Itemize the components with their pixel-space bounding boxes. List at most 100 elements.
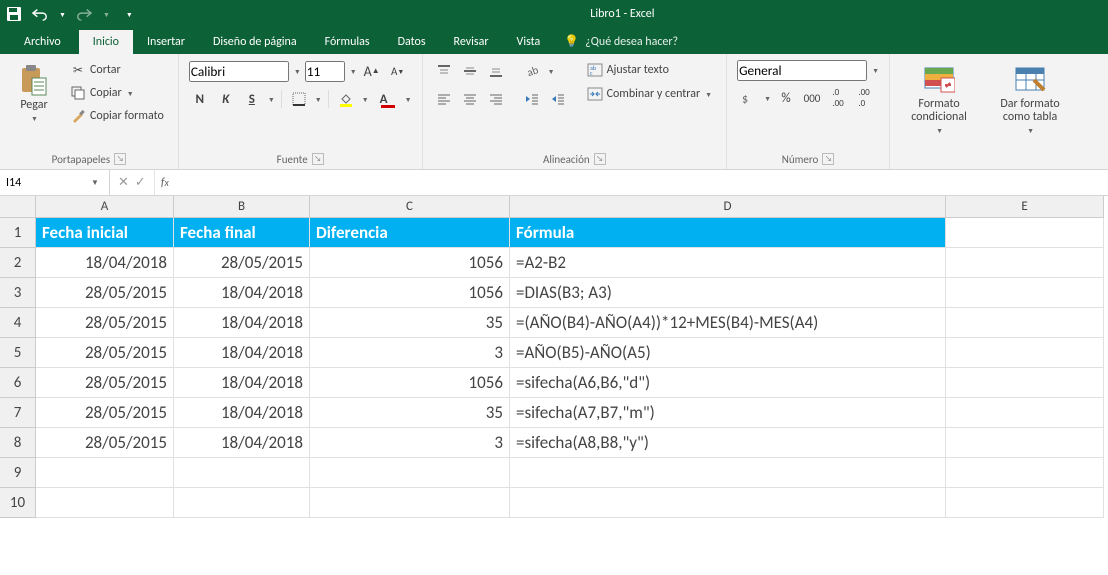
decrease-indent-icon[interactable] [521, 88, 543, 110]
cell[interactable]: =sifecha(A7,B7,"m") [510, 398, 946, 428]
cell[interactable] [310, 458, 510, 488]
chevron-down-icon[interactable]: ▼ [294, 67, 301, 76]
cell[interactable]: 18/04/2018 [174, 338, 310, 368]
format-as-table-button[interactable]: Dar formato como tabla▼ [986, 60, 1074, 139]
redo-icon[interactable] [76, 6, 92, 22]
cell[interactable]: 18/04/2018 [174, 368, 310, 398]
align-middle-icon[interactable] [459, 60, 481, 82]
tab-formulas[interactable]: Fórmulas [311, 30, 384, 54]
alignment-launcher-icon[interactable]: ↘ [594, 153, 606, 165]
accounting-format-icon[interactable]: $ [737, 87, 759, 109]
formula-input[interactable] [175, 170, 1108, 195]
cell[interactable] [946, 218, 1104, 248]
clipboard-launcher-icon[interactable]: ↘ [114, 153, 126, 165]
cell[interactable]: 28/05/2015 [36, 428, 174, 458]
tab-data[interactable]: Datos [384, 30, 440, 54]
decrease-font-icon[interactable]: A▼ [387, 60, 409, 82]
row-header[interactable]: 7 [0, 398, 36, 428]
save-icon[interactable] [6, 6, 22, 22]
copy-button[interactable]: Copiar▼ [66, 83, 168, 103]
cell[interactable]: =DIAS(B3; A3) [510, 278, 946, 308]
tab-page-layout[interactable]: Diseño de página [199, 30, 311, 54]
decrease-decimal-icon[interactable]: .00.0 [853, 87, 875, 109]
align-right-icon[interactable] [485, 88, 507, 110]
chevron-down-icon[interactable]: ▼ [268, 95, 275, 104]
italic-button[interactable]: K [215, 88, 237, 110]
cell[interactable]: 18/04/2018 [174, 398, 310, 428]
cell[interactable]: 1056 [310, 368, 510, 398]
borders-button[interactable] [288, 88, 310, 110]
cell[interactable]: 18/04/2018 [174, 428, 310, 458]
undo-dropdown-icon[interactable]: ▼ [59, 10, 66, 19]
cut-button[interactable]: ✂Cortar [66, 60, 168, 80]
cell[interactable]: 28/05/2015 [36, 398, 174, 428]
cell[interactable]: 3 [310, 428, 510, 458]
merge-center-button[interactable]: Combinar y centrar▼ [583, 84, 717, 104]
increase-font-icon[interactable]: A▲ [361, 60, 383, 82]
number-launcher-icon[interactable]: ↘ [822, 153, 834, 165]
percent-format-icon[interactable]: % [775, 87, 797, 109]
row-header[interactable]: 2 [0, 248, 36, 278]
cell[interactable] [946, 308, 1104, 338]
enter-formula-icon[interactable]: ✓ [135, 175, 146, 190]
tab-review[interactable]: Revisar [440, 30, 503, 54]
cell[interactable]: =sifecha(A8,B8,"y") [510, 428, 946, 458]
cell[interactable] [174, 488, 310, 518]
fill-color-button[interactable] [335, 88, 357, 110]
cell[interactable] [946, 428, 1104, 458]
cell[interactable] [946, 368, 1104, 398]
name-box-dropdown-icon[interactable]: ▼ [86, 178, 104, 188]
row-header[interactable]: 8 [0, 428, 36, 458]
cell[interactable]: 3 [310, 338, 510, 368]
cell[interactable]: 28/05/2015 [174, 248, 310, 278]
cell[interactable] [946, 248, 1104, 278]
font-name-input[interactable] [189, 61, 289, 82]
cell[interactable]: =A2-B2 [510, 248, 946, 278]
name-box-input[interactable] [0, 176, 86, 190]
conditional-formatting-button[interactable]: Formato condicional▼ [900, 60, 978, 139]
column-header[interactable]: E [946, 196, 1104, 218]
cell[interactable]: 28/05/2015 [36, 338, 174, 368]
cell[interactable]: 28/05/2015 [36, 278, 174, 308]
row-header[interactable]: 1 [0, 218, 36, 248]
name-box[interactable]: ▼ [0, 170, 110, 195]
cell[interactable]: 28/05/2015 [36, 308, 174, 338]
cell[interactable]: 18/04/2018 [174, 308, 310, 338]
cell[interactable]: Diferencia [310, 218, 510, 248]
increase-indent-icon[interactable] [547, 88, 569, 110]
chevron-down-icon[interactable]: ▼ [315, 95, 322, 104]
orientation-icon[interactable]: ab [521, 60, 543, 82]
cell[interactable]: =AÑO(B5)-AÑO(A5) [510, 338, 946, 368]
row-header[interactable]: 5 [0, 338, 36, 368]
cell[interactable] [946, 458, 1104, 488]
cell[interactable]: 1056 [310, 278, 510, 308]
chevron-down-icon[interactable]: ▼ [764, 94, 771, 103]
tell-me-search[interactable]: 💡 ¿Qué desea hacer? [554, 29, 688, 54]
cell[interactable]: 28/05/2015 [36, 368, 174, 398]
align-top-icon[interactable] [433, 60, 455, 82]
cell[interactable]: 35 [310, 398, 510, 428]
cell[interactable]: 1056 [310, 248, 510, 278]
tab-insert[interactable]: Insertar [133, 30, 199, 54]
font-launcher-icon[interactable]: ↘ [312, 153, 324, 165]
row-header[interactable]: 9 [0, 458, 36, 488]
bold-button[interactable]: N [189, 88, 211, 110]
cell[interactable] [510, 458, 946, 488]
chevron-down-icon[interactable]: ▼ [350, 67, 357, 76]
cell[interactable] [36, 458, 174, 488]
number-format-select[interactable] [737, 60, 867, 81]
wrap-text-button[interactable]: abcAjustar texto [583, 60, 717, 80]
cell[interactable]: 35 [310, 308, 510, 338]
cell[interactable] [946, 398, 1104, 428]
column-header[interactable]: D [510, 196, 946, 218]
column-header[interactable]: B [174, 196, 310, 218]
cell[interactable] [174, 458, 310, 488]
cell[interactable] [510, 488, 946, 518]
fx-icon[interactable]: fx [155, 170, 175, 195]
undo-icon[interactable] [32, 6, 48, 22]
cell[interactable]: =(AÑO(B4)-AÑO(A4))*12+MES(B4)-MES(A4) [510, 308, 946, 338]
align-bottom-icon[interactable] [485, 60, 507, 82]
row-header[interactable]: 10 [0, 488, 36, 518]
tab-home[interactable]: Inicio [79, 30, 133, 54]
underline-button[interactable]: S [241, 88, 263, 110]
